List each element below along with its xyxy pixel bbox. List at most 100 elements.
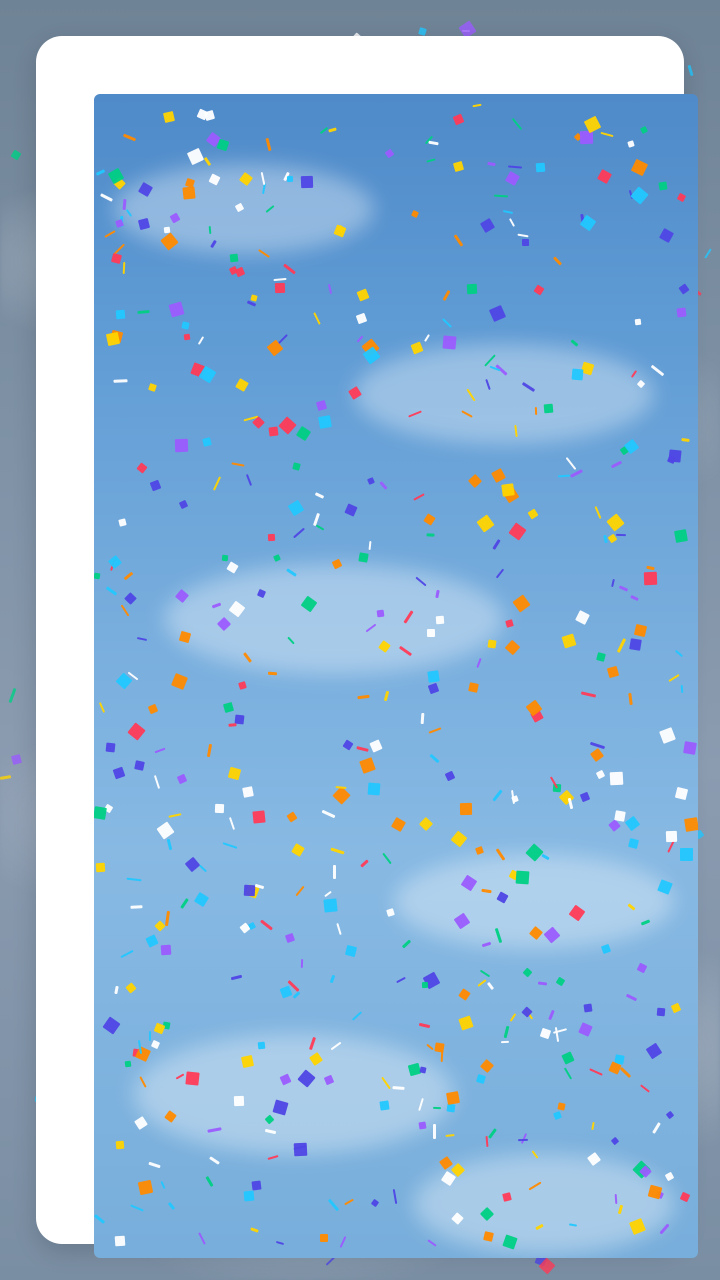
- confetti-piece: [615, 533, 627, 537]
- confetti-piece: [245, 474, 253, 486]
- confetti-piece: [174, 588, 190, 604]
- confetti-piece: [367, 477, 375, 485]
- confetti-piece: [487, 161, 496, 167]
- confetti-piece: [332, 786, 351, 805]
- confetti-piece: [508, 218, 516, 227]
- confetti-piece: [180, 898, 189, 909]
- confetti-piece: [508, 522, 527, 541]
- confetti-piece: [403, 610, 414, 624]
- confetti-piece: [650, 364, 665, 377]
- confetti-piece: [122, 261, 126, 275]
- confetti-piece: [614, 1193, 618, 1205]
- confetti-piece: [110, 252, 123, 265]
- confetti-piece: [356, 288, 370, 302]
- confetti-piece: [252, 810, 266, 824]
- confetti-piece: [163, 111, 175, 123]
- confetti-piece: [408, 410, 422, 418]
- confetti-piece: [137, 181, 154, 198]
- confetti-piece: [479, 217, 496, 234]
- confetti-piece: [494, 927, 503, 944]
- confetti-piece: [284, 932, 296, 944]
- confetti-piece: [268, 426, 279, 437]
- confetti-piece: [378, 640, 391, 653]
- confetti-piece: [286, 811, 298, 823]
- confetti-piece: [267, 533, 276, 542]
- confetti-piece: [293, 527, 305, 539]
- confetti-piece: [327, 283, 333, 295]
- confetti-piece: [630, 186, 649, 205]
- confetti-piece: [539, 1027, 552, 1040]
- confetti-piece: [154, 920, 166, 932]
- confetti-piece: [113, 379, 128, 383]
- confetti-piece: [206, 743, 213, 758]
- confetti-piece: [543, 926, 561, 944]
- confetti-piece: [680, 848, 693, 861]
- confetti-piece: [427, 670, 440, 683]
- confetti-piece: [578, 1022, 593, 1037]
- confetti-piece: [476, 514, 495, 533]
- confetti-piece: [278, 334, 288, 344]
- confetti-piece: [628, 692, 633, 706]
- confetti-piece: [154, 747, 166, 754]
- confetti-piece: [619, 1066, 632, 1079]
- confetti-piece: [535, 1223, 544, 1231]
- confetti-piece: [309, 1052, 323, 1066]
- confetti-piece: [122, 133, 137, 142]
- confetti-piece: [379, 481, 388, 490]
- confetti-piece: [666, 454, 677, 465]
- confetti-piece: [175, 1073, 185, 1080]
- sky-preview-image[interactable]: [94, 94, 698, 1258]
- confetti-piece: [8, 687, 17, 704]
- confetti-piece: [427, 1239, 437, 1247]
- confetti-piece: [265, 137, 272, 152]
- confetti-piece: [591, 1121, 595, 1131]
- confetti-piece: [257, 1041, 266, 1050]
- confetti-piece: [679, 1191, 691, 1203]
- confetti-piece: [292, 462, 301, 471]
- confetti-piece: [571, 368, 584, 381]
- confetti-piece: [314, 492, 325, 499]
- confetti-piece: [479, 1058, 495, 1074]
- confetti-piece: [156, 821, 175, 840]
- confetti-piece: [112, 766, 126, 780]
- confetti-piece: [390, 816, 407, 833]
- confetti-piece: [453, 912, 471, 930]
- confetti-piece: [202, 437, 212, 447]
- confetti-piece: [472, 103, 482, 108]
- confetti-piece: [365, 623, 377, 633]
- confetti-piece: [286, 568, 297, 577]
- confetti-piece: [227, 766, 242, 781]
- confetti-piece: [278, 416, 297, 435]
- confetti-piece: [182, 186, 196, 200]
- confetti-piece: [579, 130, 594, 145]
- confetti-piece: [95, 169, 106, 176]
- confetti-piece: [100, 193, 113, 202]
- confetti-piece: [450, 830, 468, 848]
- confetti-piece: [10, 753, 23, 766]
- confetti-piece: [333, 865, 336, 879]
- confetti-piece: [148, 383, 157, 392]
- confetti-piece: [418, 816, 434, 832]
- confetti-piece: [357, 694, 370, 700]
- confetti-piece: [398, 645, 413, 657]
- confetti-piece: [503, 1025, 510, 1039]
- confetti-piece: [124, 592, 137, 605]
- confetti-piece: [205, 1175, 214, 1188]
- confetti-piece: [250, 1227, 259, 1233]
- confetti-piece: [678, 283, 690, 295]
- confetti-piece: [216, 138, 230, 152]
- confetti-piece: [381, 1076, 391, 1090]
- confetti-piece: [327, 1198, 340, 1212]
- confetti-piece: [355, 312, 368, 325]
- confetti-piece: [260, 919, 273, 931]
- confetti-piece: [279, 1073, 292, 1086]
- confetti-piece: [168, 301, 185, 318]
- confetti-piece: [537, 981, 548, 986]
- confetti-piece: [589, 1068, 603, 1076]
- confetti-piece: [674, 649, 684, 658]
- confetti-piece: [291, 843, 305, 857]
- confetti-piece: [104, 230, 116, 238]
- confetti-piece: [120, 604, 130, 617]
- confetti-piece: [228, 723, 237, 727]
- confetti-piece: [495, 848, 506, 861]
